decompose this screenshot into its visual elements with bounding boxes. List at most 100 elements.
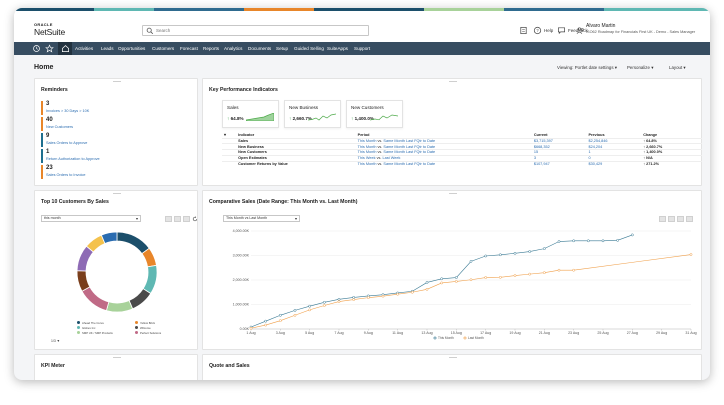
collapse-icon[interactable]: ▾ <box>224 133 226 137</box>
drag-handle[interactable] <box>449 357 457 358</box>
data-point[interactable] <box>293 309 297 312</box>
data-point[interactable] <box>498 253 502 257</box>
donut-slice[interactable] <box>128 288 152 310</box>
donut-slice[interactable] <box>105 300 134 313</box>
nav-customers[interactable]: Customers <box>152 46 174 51</box>
period-current-link[interactable]: This Month <box>358 139 377 143</box>
nav-setup[interactable]: Setup <box>276 46 288 51</box>
help-icon[interactable]: ? <box>533 26 542 35</box>
kpi-current[interactable]: $107,947 <box>531 160 587 167</box>
data-point[interactable] <box>308 304 312 308</box>
recent-records-icon[interactable] <box>519 26 528 35</box>
period-previous-link[interactable]: Same Month Last FQtr to Date <box>383 162 435 166</box>
data-point[interactable] <box>454 280 458 283</box>
reminder-link[interactable]: Sales Orders to Invoice <box>46 172 181 178</box>
data-point[interactable] <box>293 313 297 317</box>
legend-label[interactable]: Yellow Brick <box>140 321 155 325</box>
netsuite-logo[interactable]: NetSuite <box>34 27 65 37</box>
nav-home[interactable] <box>58 42 72 55</box>
legend-label[interactable]: SMP UK / SMP Products <box>82 331 113 335</box>
nav-support[interactable]: Support <box>354 46 370 51</box>
data-point[interactable] <box>542 271 546 275</box>
data-point[interactable] <box>484 254 488 258</box>
reminder-item[interactable]: 23 Sales Orders to Invoice <box>41 165 181 179</box>
nav-reports[interactable]: Reports <box>203 46 219 51</box>
data-point[interactable] <box>484 276 488 279</box>
data-point[interactable] <box>322 300 326 304</box>
user-roles-icon[interactable] <box>576 26 585 35</box>
data-point[interactable] <box>469 278 473 282</box>
kpi-card-new-customers[interactable]: New Customers ↑ 1,400.0% <box>346 100 403 128</box>
data-point[interactable] <box>322 304 326 307</box>
reminder-link[interactable]: Return Authorization to Approve <box>46 156 181 162</box>
data-point[interactable] <box>528 250 532 253</box>
data-point[interactable] <box>249 326 253 330</box>
legend-label[interactable]: Globex Inc <box>82 326 95 330</box>
reminder-link[interactable]: New Customers <box>46 124 181 130</box>
period-current-link[interactable]: This Month <box>358 162 377 166</box>
data-point[interactable] <box>601 239 605 243</box>
data-point[interactable] <box>557 240 561 243</box>
user-name[interactable]: Alvaro Martin <box>586 23 615 29</box>
data-point[interactable] <box>557 268 561 272</box>
data-point[interactable] <box>264 319 268 323</box>
data-point[interactable] <box>513 251 517 255</box>
period-previous-link[interactable]: Last Week <box>383 156 401 160</box>
nav-opportunities[interactable]: Opportunities <box>118 46 145 51</box>
legend-pager[interactable]: 1/3 ▼ <box>51 339 60 343</box>
data-point[interactable] <box>308 308 312 312</box>
data-point[interactable] <box>513 274 517 277</box>
search-input[interactable] <box>156 26 366 35</box>
personalize-dropdown[interactable]: Personalize ▾ <box>627 65 653 71</box>
donut-slice[interactable] <box>142 264 158 295</box>
data-point[interactable] <box>337 298 341 301</box>
user-role[interactable]: ISO62 Roadmap for Financials First UK - … <box>586 30 695 34</box>
view-date-settings-dropdown[interactable]: Viewing: Portlet date settings ▾ <box>557 65 617 71</box>
data-point[interactable] <box>572 239 576 243</box>
data-point[interactable] <box>352 296 356 299</box>
data-point[interactable] <box>586 239 590 243</box>
data-point[interactable] <box>396 292 400 296</box>
data-point[interactable] <box>454 276 458 279</box>
data-point[interactable] <box>616 238 620 242</box>
period-current-link[interactable]: This Week <box>358 156 376 160</box>
nav-leads[interactable]: Leads <box>101 46 114 51</box>
data-point[interactable] <box>528 272 532 276</box>
legend-label[interactable]: This Month <box>438 336 454 340</box>
data-point[interactable] <box>278 313 282 317</box>
kpi-card-sales[interactable]: Sales ↑ 64.8% <box>222 100 279 128</box>
drag-handle[interactable] <box>449 81 457 82</box>
nav-activities[interactable]: Activities <box>75 46 93 51</box>
star-icon[interactable] <box>45 44 54 53</box>
reminder-item[interactable]: 40 New Customers <box>41 117 181 131</box>
donut-slice[interactable] <box>81 286 110 312</box>
period-current-link[interactable]: This Month <box>358 145 377 149</box>
help-link[interactable]: Help <box>544 28 553 33</box>
legend-label[interactable]: Perfect Solutions <box>140 331 161 335</box>
period-previous-link[interactable]: Same Month Last FQtr to Date <box>383 150 435 154</box>
layout-dropdown[interactable]: Layout ▾ <box>669 65 686 71</box>
donut-slice[interactable] <box>116 231 150 255</box>
drag-handle[interactable] <box>113 81 121 82</box>
reminder-link[interactable]: Invoices > 30 Days > 10K <box>46 108 181 114</box>
reminder-item[interactable]: 9 Sales Orders to Approve <box>41 133 181 147</box>
data-point[interactable] <box>440 281 444 285</box>
donut-slice[interactable] <box>76 270 91 292</box>
data-point[interactable] <box>264 323 268 327</box>
kpi-card-new-business[interactable]: New Business ↑ 2,660.7% <box>284 100 341 128</box>
nav-forecast[interactable]: Forecast <box>180 46 198 51</box>
legend-label[interactable]: Ahead The Curve <box>82 321 104 325</box>
nav-analytics[interactable]: Analytics <box>224 46 242 51</box>
data-point[interactable] <box>278 319 282 323</box>
global-search[interactable] <box>142 25 369 36</box>
data-point[interactable] <box>410 290 414 294</box>
feedback-icon[interactable] <box>557 26 566 35</box>
data-point[interactable] <box>366 296 370 299</box>
data-point[interactable] <box>542 247 546 250</box>
data-point[interactable] <box>381 294 385 298</box>
recent-icon[interactable] <box>32 44 41 53</box>
nav-documents[interactable]: Documents <box>248 46 271 51</box>
data-point[interactable] <box>337 300 341 303</box>
data-point[interactable] <box>572 268 576 272</box>
legend-label[interactable]: Last Month <box>468 336 484 340</box>
